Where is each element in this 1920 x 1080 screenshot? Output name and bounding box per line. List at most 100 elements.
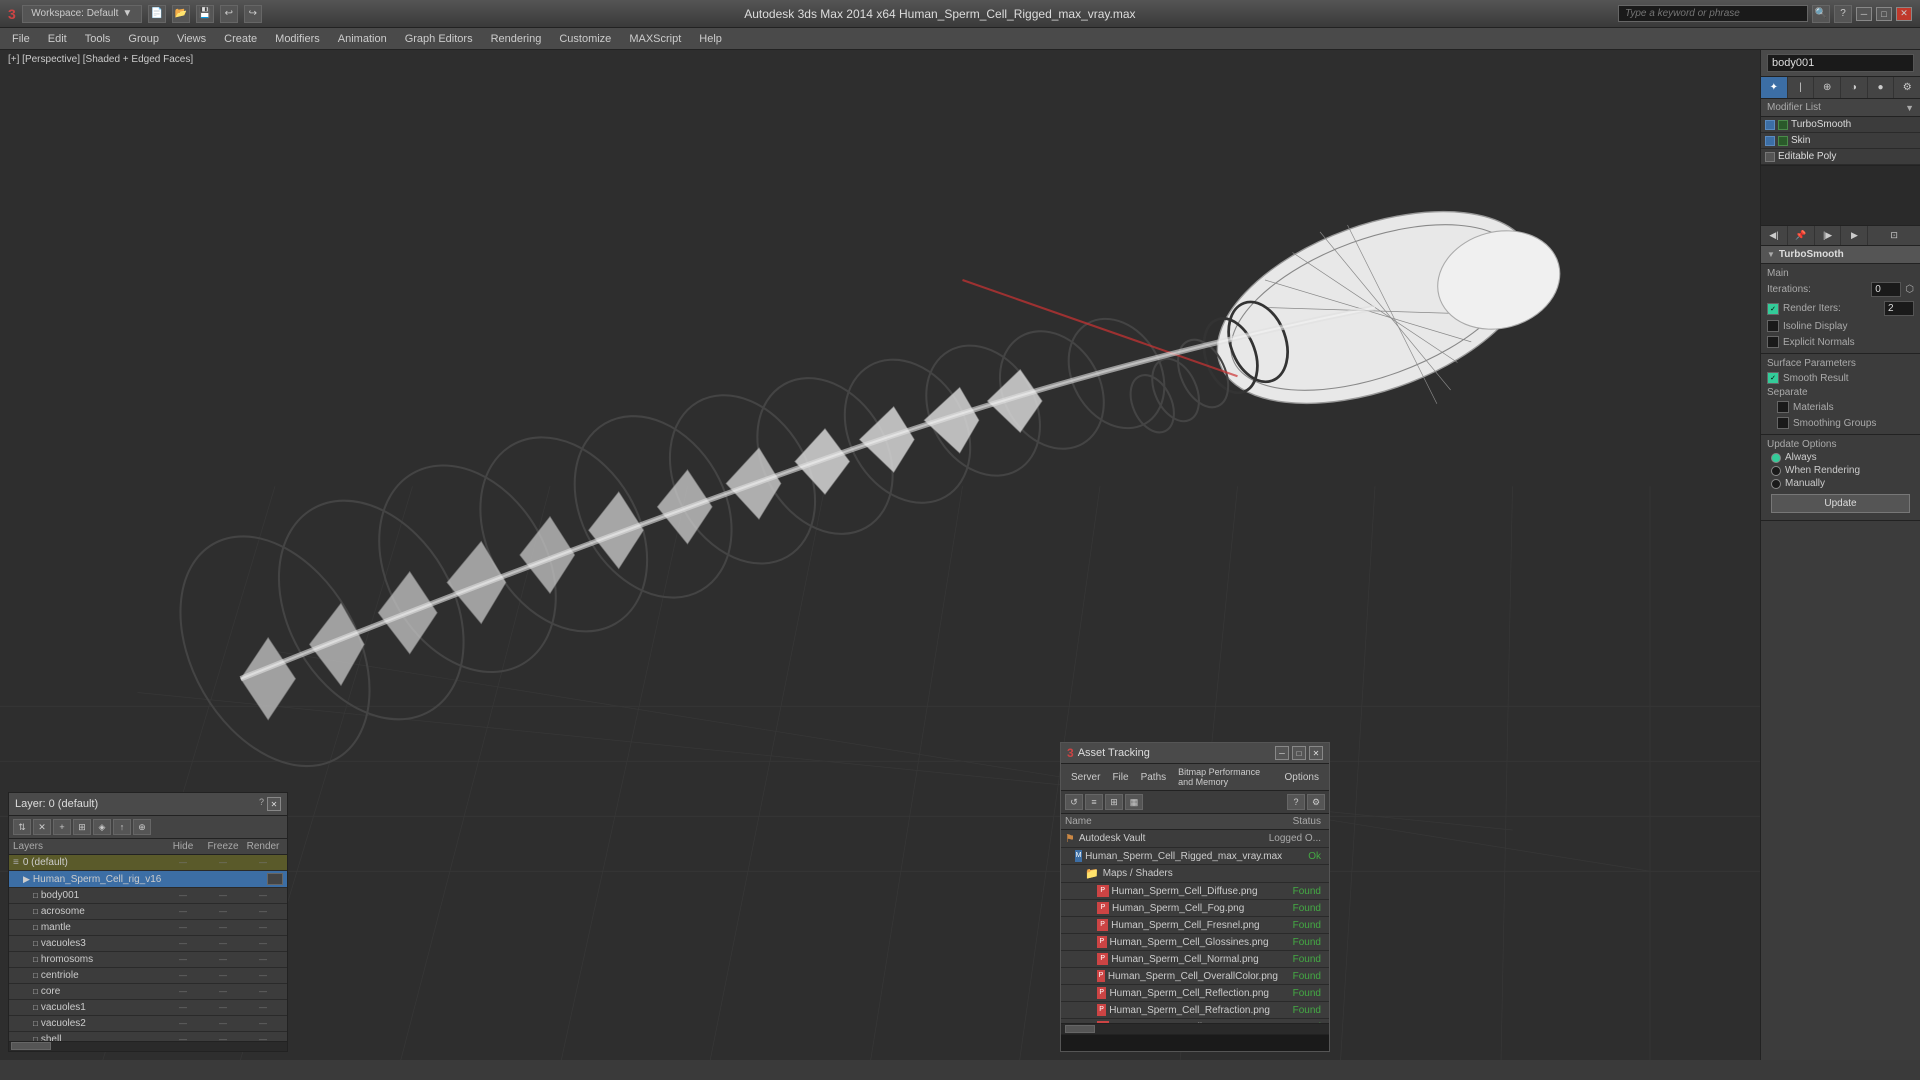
new-btn[interactable]: 📄 xyxy=(148,5,166,23)
ts-smooth-check[interactable]: ✓ xyxy=(1767,372,1779,384)
menu-customize[interactable]: Customize xyxy=(551,31,619,47)
asset-tb-tree[interactable]: ▦ xyxy=(1125,794,1143,810)
asset-panel-close[interactable]: ✕ xyxy=(1309,746,1323,760)
nav-sub-next[interactable]: |▶ xyxy=(1815,226,1842,245)
layer-panel-close[interactable]: ✕ xyxy=(267,797,281,811)
minimize-btn[interactable]: ─ xyxy=(1856,7,1872,21)
turbosmooth-header[interactable]: ▼ TurboSmooth xyxy=(1761,246,1920,264)
nav-sub-pin[interactable]: 📌 xyxy=(1788,226,1815,245)
close-btn[interactable]: ✕ xyxy=(1896,7,1912,21)
ts-manually-radio[interactable] xyxy=(1771,479,1781,489)
panel-tab-display[interactable]: ● xyxy=(1868,77,1895,98)
asset-menu-file[interactable]: File xyxy=(1106,771,1134,784)
layer-item-acrosome[interactable]: □ acrosome — — — xyxy=(9,904,287,920)
layer-item-vacuoles1[interactable]: □ vacuoles1 — — — xyxy=(9,1000,287,1016)
layer-tb-add[interactable]: + xyxy=(53,819,71,835)
modifier-item-turbosmooth[interactable]: TurboSmooth xyxy=(1761,117,1920,133)
nav-sub-next2[interactable]: ▶ xyxy=(1841,226,1868,245)
layer-item-core[interactable]: □ core — — — xyxy=(9,984,287,1000)
layer-tb-sort[interactable]: ⇅ xyxy=(13,819,31,835)
ts-renderiters-input[interactable] xyxy=(1884,301,1914,316)
layer-scroll-thumb[interactable] xyxy=(11,1042,51,1050)
panel-tab-create[interactable]: ✦ xyxy=(1761,77,1788,98)
layer-check-rig[interactable] xyxy=(267,873,283,885)
menu-graph-editors[interactable]: Graph Editors xyxy=(397,31,481,47)
menu-tools[interactable]: Tools xyxy=(77,31,119,47)
asset-menu-bitmap[interactable]: Bitmap Performance and Memory xyxy=(1172,766,1278,788)
asset-item-fog[interactable]: P Human_Sperm_Cell_Fog.png Found xyxy=(1061,900,1329,917)
layer-item-body001[interactable]: □ body001 — — — xyxy=(9,888,287,904)
layer-tb-find[interactable]: ⊞ xyxy=(73,819,91,835)
asset-tb-refresh[interactable]: ↺ xyxy=(1065,794,1083,810)
layer-tb-delete[interactable]: ✕ xyxy=(33,819,51,835)
menu-group[interactable]: Group xyxy=(120,31,167,47)
asset-item-reflection[interactable]: P Human_Sperm_Cell_Reflection.png Found xyxy=(1061,985,1329,1002)
ts-whenrendering-radio[interactable] xyxy=(1771,466,1781,476)
ts-smoothgroups-check[interactable] xyxy=(1777,417,1789,429)
layer-item-default[interactable]: ≡ 0 (default) — — — xyxy=(9,855,287,871)
asset-item-fresnel[interactable]: P Human_Sperm_Cell_Fresnel.png Found xyxy=(1061,917,1329,934)
layer-item-vacuoles2[interactable]: □ vacuoles2 — — — xyxy=(9,1016,287,1032)
asset-tb-grid[interactable]: ⊞ xyxy=(1105,794,1123,810)
save-btn[interactable]: 💾 xyxy=(196,5,214,23)
asset-item-overallcolor[interactable]: P Human_Sperm_Cell_OverallColor.png Foun… xyxy=(1061,968,1329,985)
nav-sub-prev[interactable]: ◀| xyxy=(1761,226,1788,245)
workspace-selector[interactable]: Workspace: Default ▼ xyxy=(22,5,142,23)
modifier-item-editpoly[interactable]: Editable Poly xyxy=(1761,149,1920,165)
panel-tab-modify[interactable]: | xyxy=(1788,77,1815,98)
menu-file[interactable]: File xyxy=(4,31,38,47)
asset-menu-paths[interactable]: Paths xyxy=(1135,771,1173,784)
menu-edit[interactable]: Edit xyxy=(40,31,75,47)
panel-tab-utilities[interactable]: ⚙ xyxy=(1894,77,1920,98)
menu-maxscript[interactable]: MAXScript xyxy=(621,31,689,47)
layer-tb-move[interactable]: ↑ xyxy=(113,819,131,835)
layer-item-shell[interactable]: □ shell — — — xyxy=(9,1032,287,1041)
asset-item-normal[interactable]: P Human_Sperm_Cell_Normal.png Found xyxy=(1061,951,1329,968)
asset-scroll-thumb[interactable] xyxy=(1065,1025,1095,1033)
ts-renderiters-check[interactable]: ✓ xyxy=(1767,303,1779,315)
layer-item-centriole[interactable]: □ centriole — — — xyxy=(9,968,287,984)
layer-tb-expand[interactable]: ⊕ xyxy=(133,819,151,835)
asset-menu-options[interactable]: Options xyxy=(1279,771,1325,784)
object-name-input[interactable] xyxy=(1767,54,1914,72)
asset-panel-restore[interactable]: □ xyxy=(1292,746,1306,760)
viewport-3d[interactable]: [+] [Perspective] [Shaded + Edged Faces]… xyxy=(0,50,1760,1060)
redo-btn[interactable]: ↪ xyxy=(244,5,262,23)
menu-help[interactable]: Help xyxy=(691,31,730,47)
menu-views[interactable]: Views xyxy=(169,31,214,47)
asset-menu-server[interactable]: Server xyxy=(1065,771,1106,784)
layer-scrollbar-h[interactable] xyxy=(9,1041,287,1051)
help-btn[interactable]: ? xyxy=(1834,5,1852,23)
asset-panel-minimize[interactable]: ─ xyxy=(1275,746,1289,760)
layer-tb-select[interactable]: ◈ xyxy=(93,819,111,835)
layer-panel-help[interactable]: ? xyxy=(259,797,264,811)
menu-rendering[interactable]: Rendering xyxy=(483,31,550,47)
ts-isoline-check[interactable] xyxy=(1767,320,1779,332)
search-input[interactable] xyxy=(1618,5,1808,22)
panel-tab-hierarchy[interactable]: ⊕ xyxy=(1814,77,1841,98)
asset-item-maps[interactable]: 📁 Maps / Shaders xyxy=(1061,865,1329,883)
ts-iterations-input[interactable] xyxy=(1871,282,1901,297)
ts-update-button[interactable]: Update xyxy=(1771,494,1910,513)
open-btn[interactable]: 📂 xyxy=(172,5,190,23)
nav-sub-expand[interactable]: ⊡ xyxy=(1868,226,1920,245)
asset-scrollbar-h[interactable] xyxy=(1061,1023,1329,1034)
menu-animation[interactable]: Animation xyxy=(330,31,395,47)
ts-always-radio[interactable] xyxy=(1771,453,1781,463)
ts-explicit-check[interactable] xyxy=(1767,336,1779,348)
menu-modifiers[interactable]: Modifiers xyxy=(267,31,328,47)
asset-item-vault[interactable]: ⚑ Autodesk Vault Logged O... xyxy=(1061,830,1329,848)
asset-tb-settings[interactable]: ⚙ xyxy=(1307,794,1325,810)
ts-iterations-spinner[interactable]: ⬡ xyxy=(1905,284,1914,295)
asset-item-glossines[interactable]: P Human_Sperm_Cell_Glossines.png Found xyxy=(1061,934,1329,951)
panel-tab-motion[interactable]: ◑ xyxy=(1841,77,1868,98)
modifier-item-skin[interactable]: Skin xyxy=(1761,133,1920,149)
search-button[interactable]: 🔍 xyxy=(1812,5,1830,23)
asset-item-refraction[interactable]: P Human_Sperm_Cell_Refraction.png Found xyxy=(1061,1002,1329,1019)
layer-item-vacuoles3[interactable]: □ vacuoles3 — — — xyxy=(9,936,287,952)
restore-btn[interactable]: □ xyxy=(1876,7,1892,21)
layer-item-mantle[interactable]: □ mantle — — — xyxy=(9,920,287,936)
layer-item-rig[interactable]: ▶ Human_Sperm_Cell_rig_v16 xyxy=(9,871,287,888)
asset-tb-help[interactable]: ? xyxy=(1287,794,1305,810)
menu-create[interactable]: Create xyxy=(216,31,265,47)
